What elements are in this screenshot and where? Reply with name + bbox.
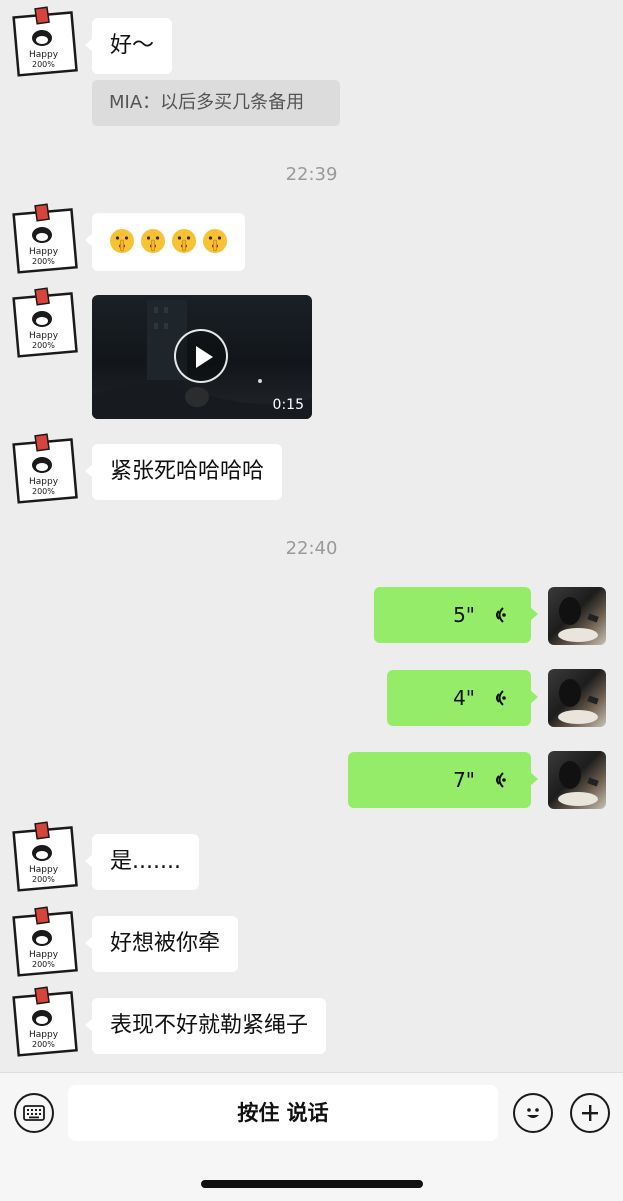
voice-duration: 7" bbox=[453, 768, 475, 792]
voice-duration: 5" bbox=[453, 603, 475, 627]
user-photo-avatar bbox=[558, 761, 599, 806]
chat-area[interactable]: Happy 200% 好～ MIA：以后多买几条备用 22:39 Happy 2… bbox=[0, 0, 623, 1072]
happy-sticker-avatar-icon: Happy 200% bbox=[12, 906, 78, 977]
svg-text:200%: 200% bbox=[32, 257, 55, 266]
plus-icon bbox=[582, 1105, 598, 1121]
voice-message-bubble[interactable]: 7" bbox=[348, 752, 538, 808]
hold-to-talk-button[interactable]: 按住 说话 bbox=[68, 1085, 498, 1141]
happy-sticker-avatar-icon: Happy 200% bbox=[12, 986, 78, 1057]
svg-text:Happy: Happy bbox=[29, 247, 59, 257]
keyboard-toggle-button[interactable] bbox=[14, 1093, 54, 1133]
shushing-face-emoji bbox=[203, 229, 227, 253]
voice-message-bubble[interactable]: 4" bbox=[387, 670, 538, 726]
svg-text:200%: 200% bbox=[32, 487, 55, 496]
user-photo-avatar bbox=[558, 597, 599, 642]
svg-text:200%: 200% bbox=[32, 60, 55, 69]
shushing-face-emoji bbox=[141, 229, 165, 253]
timestamp: 22:40 bbox=[285, 538, 338, 559]
contact-avatar[interactable]: Happy 200% bbox=[8, 5, 80, 77]
message-bubble[interactable]: 是....... bbox=[85, 834, 199, 890]
contact-avatar[interactable]: Happy 200% bbox=[8, 286, 80, 358]
message-text: 紧张死哈哈哈哈 bbox=[110, 459, 265, 484]
emoji-icon bbox=[527, 1108, 539, 1118]
svg-text:200%: 200% bbox=[32, 875, 55, 884]
shushing-face-emoji bbox=[110, 229, 134, 253]
svg-text:Happy: Happy bbox=[29, 865, 59, 875]
shushing-face-emoji bbox=[172, 229, 196, 253]
video-duration: 0:15 bbox=[272, 397, 304, 413]
my-avatar[interactable] bbox=[548, 587, 606, 645]
happy-sticker-avatar-icon: Happy 200% bbox=[12, 203, 78, 274]
voice-duration: 4" bbox=[453, 686, 475, 710]
svg-text:200%: 200% bbox=[32, 1040, 55, 1049]
message-bubble[interactable]: 好想被你牵 bbox=[84, 916, 239, 972]
svg-text:Happy: Happy bbox=[29, 1030, 59, 1040]
play-icon[interactable] bbox=[174, 329, 228, 383]
message-bubble[interactable]: 好～ bbox=[84, 18, 173, 74]
svg-text:200%: 200% bbox=[32, 341, 55, 350]
video-message[interactable]: 0:15 bbox=[92, 295, 312, 419]
message-bubble[interactable]: 紧张死哈哈哈哈 bbox=[84, 444, 283, 500]
happy-sticker-avatar-icon: Happy 200% bbox=[12, 287, 78, 358]
contact-avatar[interactable]: Happy 200% bbox=[8, 820, 80, 892]
svg-text:Happy: Happy bbox=[29, 950, 59, 960]
message-text: 表现不好就勒紧绳子 bbox=[110, 1013, 309, 1038]
happy-sticker-avatar-icon: Happy 200% bbox=[12, 433, 78, 504]
svg-text:Happy: Happy bbox=[29, 50, 59, 60]
my-avatar[interactable] bbox=[548, 669, 606, 727]
home-indicator[interactable] bbox=[201, 1180, 423, 1188]
voice-message-bubble[interactable]: 5" bbox=[374, 587, 538, 643]
emoji-message-bubble[interactable] bbox=[85, 213, 245, 271]
contact-avatar[interactable]: Happy 200% bbox=[8, 432, 80, 504]
quoted-message[interactable]: MIA：以后多买几条备用 bbox=[92, 80, 340, 126]
contact-avatar[interactable]: Happy 200% bbox=[8, 202, 80, 274]
svg-text:200%: 200% bbox=[32, 960, 55, 969]
contact-avatar[interactable]: Happy 200% bbox=[8, 985, 80, 1057]
happy-sticker-avatar-icon: Happy 200% bbox=[12, 6, 78, 77]
message-text: 好～ bbox=[110, 33, 155, 58]
keyboard-icon bbox=[23, 1105, 45, 1121]
voice-wave-icon bbox=[496, 690, 506, 706]
more-options-button[interactable] bbox=[570, 1093, 610, 1133]
message-bubble[interactable]: 表现不好就勒紧绳子 bbox=[84, 998, 327, 1054]
message-text: 是....... bbox=[110, 849, 181, 874]
contact-avatar[interactable]: Happy 200% bbox=[8, 905, 80, 977]
happy-sticker-avatar-icon: Happy 200% bbox=[12, 821, 78, 892]
quoted-text: MIA：以后多买几条备用 bbox=[109, 92, 305, 113]
emoji-button[interactable] bbox=[513, 1093, 553, 1133]
timestamp: 22:39 bbox=[285, 164, 338, 185]
voice-wave-icon bbox=[496, 772, 506, 788]
voice-wave-icon bbox=[496, 607, 506, 623]
my-avatar[interactable] bbox=[548, 751, 606, 809]
message-text: 好想被你牵 bbox=[110, 931, 221, 956]
user-photo-avatar bbox=[558, 679, 599, 724]
svg-text:Happy: Happy bbox=[29, 331, 59, 341]
svg-text:Happy: Happy bbox=[29, 477, 59, 487]
